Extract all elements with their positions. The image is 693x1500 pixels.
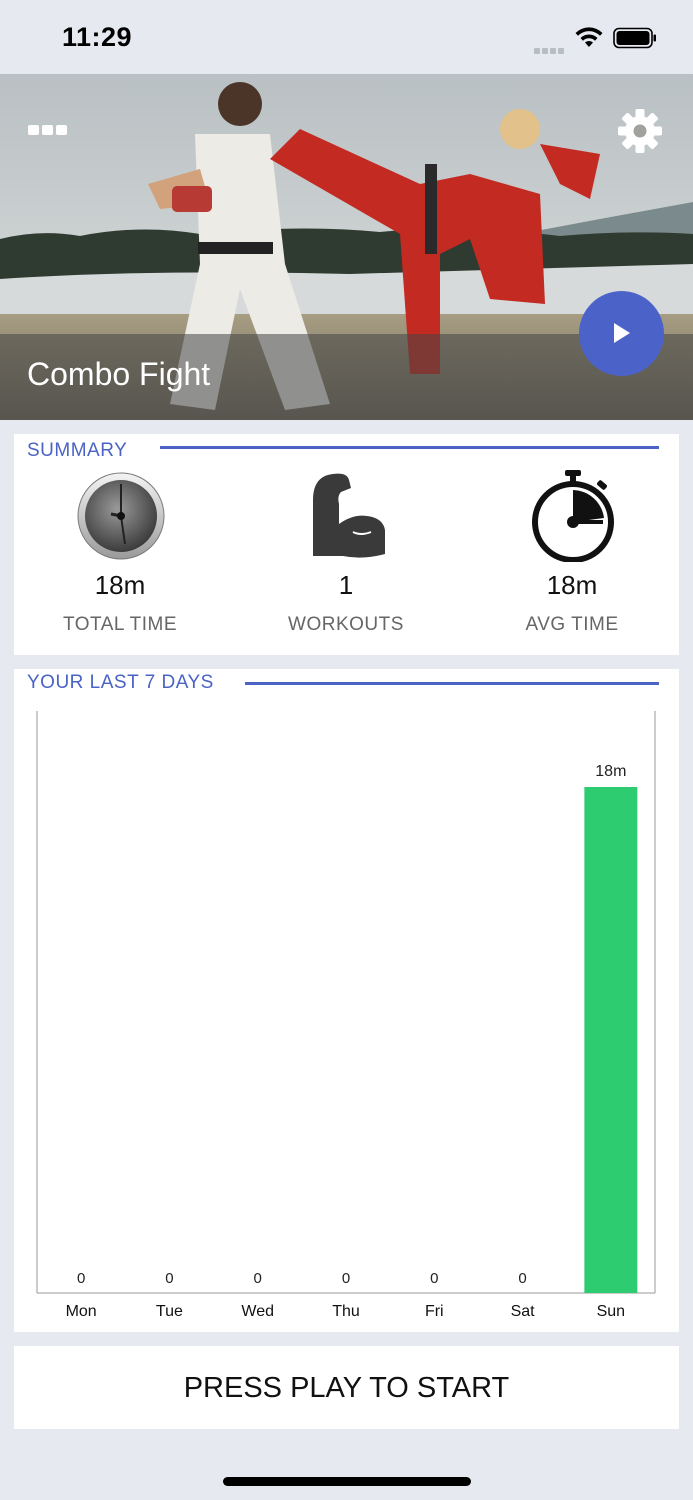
stat-workouts: 1 WORKOUTS	[240, 470, 452, 640]
x-tick-label-mon: Mon	[66, 1303, 97, 1320]
stat-label: WORKOUTS	[288, 614, 404, 635]
clock-icon	[77, 472, 165, 560]
summary-title: SUMMARY	[27, 440, 128, 461]
last-7-days-card: YOUR LAST 7 DAYS 0 Mon 0 Tue 0 Wed 0 Thu 0 Fri 0 Sa…	[14, 669, 679, 1332]
summary-card: SUMMARY 18m TOTAL TIME 1 WORKOUTS 18m AV…	[14, 434, 679, 655]
x-tick-label-tue: Tue	[156, 1303, 183, 1320]
x-tick-label-fri: Fri	[425, 1303, 444, 1320]
stat-label: AVG TIME	[525, 614, 619, 635]
status-bar: 11:29	[0, 0, 693, 74]
data-label-sun: 18m	[595, 763, 626, 780]
summary-divider	[160, 446, 659, 449]
press-play-button[interactable]: PRESS PLAY TO START	[14, 1346, 679, 1429]
data-label-thu: 0	[342, 1270, 350, 1287]
x-tick-label-wed: Wed	[241, 1303, 274, 1320]
gear-icon[interactable]	[617, 108, 663, 154]
hero-banner: Combo Fight	[0, 74, 693, 420]
stat-value: 18m	[94, 570, 146, 600]
home-indicator	[223, 1477, 471, 1486]
play-button[interactable]	[579, 291, 664, 376]
battery-icon	[613, 27, 656, 49]
data-label-tue: 0	[165, 1270, 173, 1287]
wifi-icon	[575, 27, 603, 47]
more-dots-icon[interactable]	[28, 122, 72, 136]
stopwatch-icon	[532, 470, 614, 562]
cellular-signal-icon	[534, 41, 566, 54]
flexed-arm-icon	[313, 473, 385, 558]
data-label-wed: 0	[254, 1270, 262, 1287]
stat-value: 18m	[546, 570, 598, 600]
status-time: 11:29	[62, 22, 133, 52]
x-tick-label-sun: Sun	[597, 1303, 625, 1320]
bar-sun	[584, 787, 638, 1293]
play-icon	[614, 323, 630, 343]
stat-total-time: 18m TOTAL TIME	[14, 470, 226, 640]
week-bar-chart: 0 Mon 0 Tue 0 Wed 0 Thu 0 Fri 0 Sat 18m Sun	[36, 711, 656, 1320]
stat-value: 1	[338, 570, 354, 600]
press-play-label: PRESS PLAY TO START	[183, 1372, 510, 1404]
workout-title: Combo Fight	[27, 356, 211, 392]
data-label-fri: 0	[430, 1270, 438, 1287]
stat-label: TOTAL TIME	[62, 614, 178, 635]
x-tick-label-thu: Thu	[332, 1303, 360, 1320]
stat-avg-time: 18m AVG TIME	[466, 470, 678, 640]
x-tick-label-sat: Sat	[511, 1303, 536, 1320]
data-label-sat: 0	[518, 1270, 526, 1287]
data-label-mon: 0	[77, 1270, 85, 1287]
